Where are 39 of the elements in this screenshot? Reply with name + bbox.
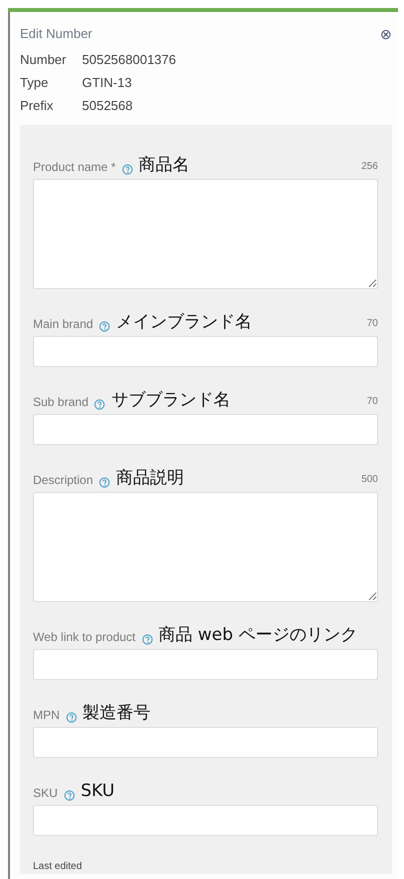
annotation-text: 製造番号 <box>82 702 151 722</box>
annotation-text: SKU <box>80 780 115 800</box>
field-label: Sub brand <box>33 394 88 410</box>
detail-label: Prefix <box>20 96 54 114</box>
close-button[interactable]: ⊗ <box>380 26 392 41</box>
detail-value: GTIN-13 <box>82 74 132 90</box>
detail-value: 5052568 <box>82 98 133 112</box>
field-label: Web link to product <box>33 628 136 644</box>
annotation-text: サブブランド名 <box>111 390 230 410</box>
detail-label: Type <box>20 74 50 92</box>
input-field[interactable] <box>33 726 378 758</box>
character-limit: 70 <box>366 316 378 330</box>
help-icon[interactable] <box>64 790 75 800</box>
annotation-text: 商品説明 <box>116 468 184 488</box>
character-limit: 500 <box>361 472 378 486</box>
last-edited-label: Last edited <box>33 860 83 874</box>
character-limit: 70 <box>366 394 378 408</box>
detail-value: 5052568001376 <box>82 52 176 66</box>
annotation-text: メインブランド名 <box>116 312 252 332</box>
annotation-text: 商品名 <box>138 154 190 174</box>
detail-label: Number <box>20 50 68 68</box>
field-label: SKU <box>33 784 58 800</box>
panel-title: Edit Number <box>20 25 92 43</box>
input-field[interactable] <box>33 414 378 444</box>
field-label: Product name * <box>33 158 116 174</box>
help-icon[interactable] <box>142 634 152 644</box>
field-label: Description <box>33 472 94 488</box>
input-field[interactable] <box>33 648 378 680</box>
annotation-text: 商品 web ページのリンク <box>158 624 358 644</box>
input-field[interactable] <box>33 804 378 836</box>
help-icon[interactable] <box>122 164 133 174</box>
help-icon[interactable] <box>99 320 110 332</box>
help-icon[interactable] <box>99 476 110 488</box>
field-label: MPN <box>33 706 60 722</box>
help-icon[interactable] <box>94 398 106 410</box>
field-label: Main brand <box>33 316 94 332</box>
help-icon[interactable] <box>66 712 77 722</box>
input-field[interactable] <box>33 336 378 366</box>
character-limit: 256 <box>361 160 378 174</box>
